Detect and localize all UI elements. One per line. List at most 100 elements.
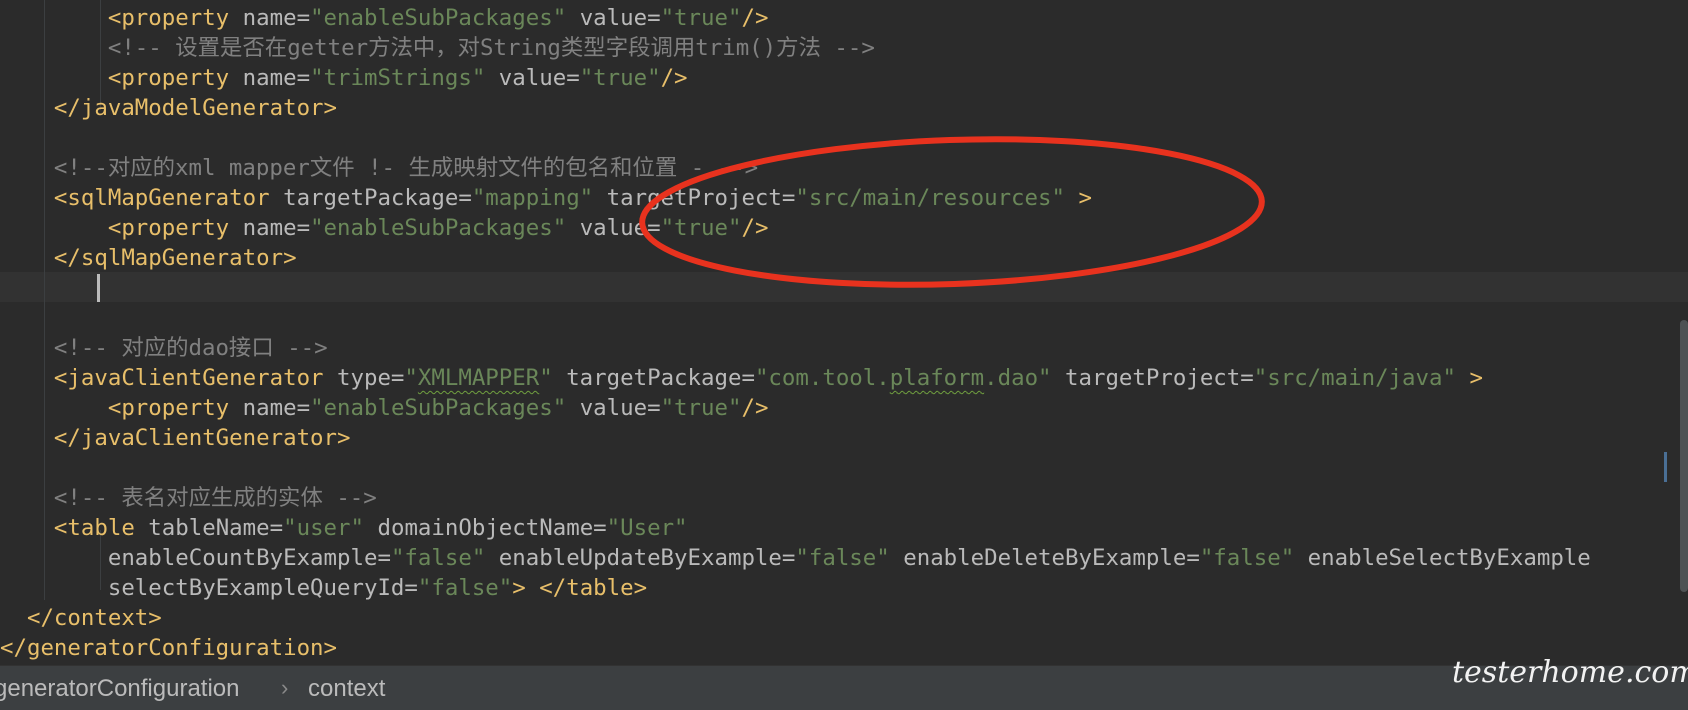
code-token: "trimStrings" [310,65,486,91]
code-token: <!--对应的xml mapper文件 !- 生成映射文件的包名和位置 - --… [53,155,759,181]
code-token: </context> [26,605,162,631]
code-line: </javaClientGenerator> [0,423,351,453]
code-token: enableUpdateByExample= [498,545,796,571]
code-token: "enableSubPackages" [310,5,567,31]
code-token: "false" [390,545,486,571]
code-token: .dao" [984,365,1052,391]
code-token: "true" [660,5,742,31]
code-editor[interactable]: <property name="enableSubPackages" value… [0,0,1688,665]
code-token: </javaClientGenerator> [53,425,351,451]
code-line: <!--对应的xml mapper文件 !- 生成映射文件的包名和位置 - --… [0,153,758,183]
code-token: selectByExampleQueryId= [107,575,418,601]
code-token: <property [107,215,243,241]
code-token: targetProject= [1065,365,1254,391]
code-line: <property name="enableSubPackages" value… [0,213,769,243]
breadcrumb-item-context[interactable]: context [308,675,385,703]
code-token: <!-- 对应的dao接口 --> [53,335,328,361]
code-line: <!-- 对应的dao接口 --> [0,333,328,363]
code-token: type= [337,365,405,391]
code-token: "enableSubPackages" [310,395,567,421]
code-line: </generatorConfiguration> [0,633,337,663]
code-token: </javaModelGenerator> [53,95,338,121]
code-line: <!-- 设置是否在getter方法中，对String类型字段调用trim()方… [0,33,875,63]
code-token: </generatorConfiguration> [0,635,338,661]
code-token: " [539,365,553,391]
code-token: > [512,575,526,601]
code-token: " [404,365,418,391]
code-line: <!-- 表名对应生成的实体 --> [0,483,377,513]
code-token: <!-- 设置是否在getter方法中，对String类型字段调用trim()方… [107,35,875,61]
code-token: enableSelectByExample [1307,545,1591,571]
code-token: </table> [539,575,648,601]
code-line: <sqlMapGenerator targetPackage="mapping"… [0,183,1092,213]
code-token: "false" [417,575,513,601]
current-line-highlight [0,272,1688,302]
code-token: <property [107,65,243,91]
scroll-position-marker [1664,452,1667,482]
code-token: enableDeleteByExample= [903,545,1200,571]
code-token: "mapping" [471,185,594,211]
code-token: /> [741,215,769,241]
code-token: "true" [579,65,661,91]
code-token: > [1469,365,1483,391]
code-token: "false" [795,545,890,571]
code-token: /> [741,395,769,421]
code-line: </context> [0,603,162,633]
code-token: name= [242,215,311,241]
watermark-text: testerhome.com [1452,655,1688,690]
code-token: targetPackage= [283,185,472,211]
code-line: <property name="enableSubPackages" value… [0,3,769,33]
vertical-scrollbar[interactable] [1680,320,1688,592]
code-token: "src/main/resources" [795,185,1065,211]
breadcrumb-item-generatorConfiguration[interactable]: generatorConfiguration [0,675,240,703]
code-token: value= [498,65,580,91]
code-token: <sqlMapGenerator [53,185,284,211]
code-token: "true" [660,215,742,241]
code-token: tableName= [148,515,284,541]
code-token: XMLMAPPER [417,365,540,391]
code-token: value= [579,5,661,31]
code-token: name= [242,395,311,421]
code-token: targetProject= [606,185,796,211]
code-line: <table tableName="user" domainObjectName… [0,513,688,543]
text-caret [97,274,100,302]
code-line: enableCountByExample="false" enableUpdat… [0,543,1591,573]
code-token: value= [579,395,661,421]
code-token: "enableSubPackages" [310,215,567,241]
code-token: name= [242,65,311,91]
code-token: <table [53,515,149,541]
code-token: "com.tool. [754,365,890,391]
breadcrumb: generatorConfiguration › context [0,665,1688,710]
code-token: <property [107,395,243,421]
code-token: "true" [660,395,742,421]
code-line: </javaModelGenerator> [0,93,337,123]
code-line: </sqlMapGenerator> [0,243,297,273]
code-token: "false" [1199,545,1295,571]
